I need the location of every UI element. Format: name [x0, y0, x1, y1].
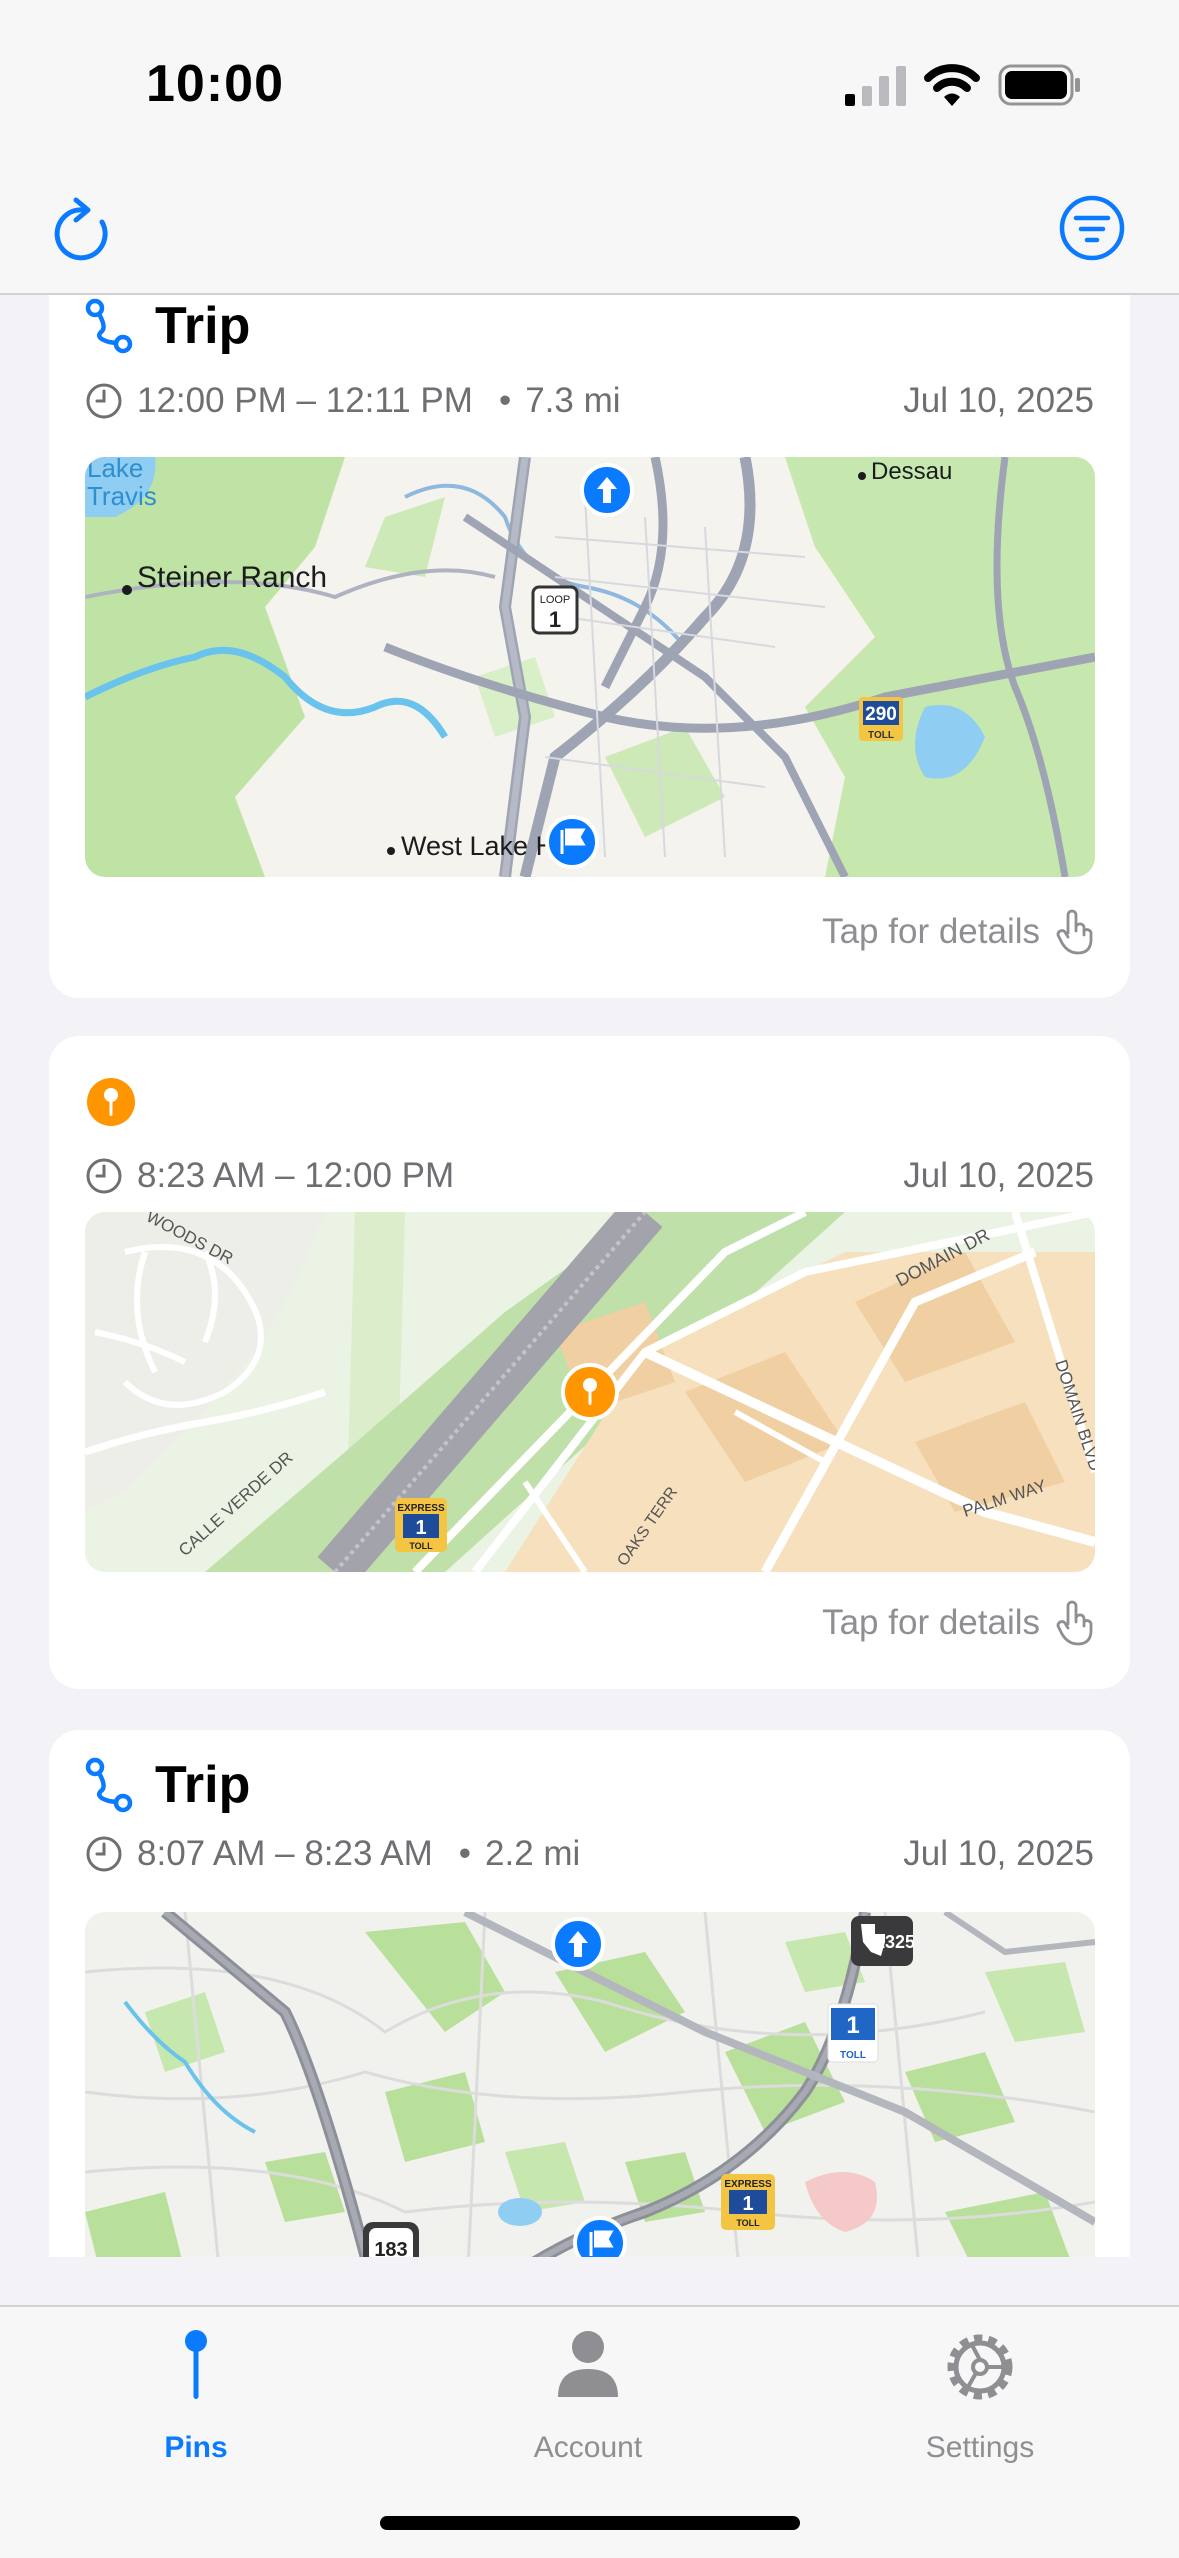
time-range: 8:07 AM – 8:23 AM [137, 1834, 433, 1873]
loop-shield-label: LOOP [540, 594, 571, 606]
tab-settings[interactable]: Settings [850, 2307, 1110, 2497]
trip-map[interactable]: Lake Travis Steiner Ranch West Lake Hill… [85, 457, 1095, 877]
person-icon [558, 2331, 618, 2397]
toll-label: TOLL [409, 1541, 433, 1551]
card-meta: 8:07 AM – 8:23 AM • 2.2 mi Jul 10, 2025 [85, 1828, 1094, 1880]
tap-for-details[interactable]: Tap for details [822, 907, 1094, 957]
home-indicator [380, 2516, 800, 2530]
trip-distance: 7.3 mi [525, 381, 621, 420]
pin-card[interactable]: 8:23 AM – 12:00 PM Jul 10, 2025 WOODS DR… [49, 1036, 1130, 1689]
tab-pins[interactable]: Pins [66, 2307, 326, 2497]
trip-start-marker[interactable] [551, 1917, 605, 1971]
trip-distance: 2.2 mi [485, 1834, 581, 1873]
battery-icon [998, 64, 1080, 106]
clock-icon [86, 1836, 122, 1872]
loop-shield-number: 1 [549, 607, 561, 632]
details-label: Tap for details [822, 912, 1040, 951]
tab-label: Pins [164, 2431, 228, 2464]
express-label: EXPRESS [397, 1503, 445, 1514]
time-range: 12:00 PM – 12:11 PM [137, 381, 473, 420]
status-time: 10:00 [146, 55, 284, 113]
pin-map[interactable]: WOODS DR CALLE VERDE DR DOMAIN DR DOMAIN… [85, 1212, 1095, 1572]
toll-label: TOLL [840, 2050, 866, 2061]
card-header: Trip [85, 295, 250, 361]
tab-label: Settings [925, 2431, 1035, 2464]
card-meta: 8:23 AM – 12:00 PM Jul 10, 2025 [85, 1150, 1094, 1202]
route-1325-shield: 1325 [851, 1916, 915, 1966]
map-label-steiner-ranch: Steiner Ranch [137, 561, 327, 594]
pin-icon [185, 2330, 207, 2399]
wifi-icon [924, 64, 980, 106]
hand-tap-icon [1056, 1600, 1093, 1646]
tab-account[interactable]: Account [458, 2307, 718, 2497]
card-title: Trip [155, 297, 251, 355]
details-label: Tap for details [822, 1603, 1040, 1642]
toll-label: TOLL [868, 730, 894, 741]
status-bar: 10:00 [0, 0, 1179, 180]
clock-icon [86, 1158, 122, 1194]
gear-icon [947, 2334, 1013, 2400]
map-label-dessau: Dessau [871, 458, 952, 485]
card-date: Jul 10, 2025 [903, 1834, 1094, 1873]
route-icon [85, 298, 133, 354]
cellular-signal-icon [845, 66, 906, 106]
pins-feed[interactable]: Trip 12:00 PM – 12:11 PM • 7.3 mi Jul 10… [0, 295, 1179, 2257]
pin-icon [87, 1078, 135, 1126]
separator-dot: • [458, 1834, 472, 1873]
navigation-bar [0, 180, 1179, 295]
trip-end-marker[interactable] [573, 2216, 627, 2257]
card-meta: 12:00 PM – 12:11 PM • 7.3 mi Jul 10, 202… [85, 375, 1094, 427]
route-290-shield: 290 [865, 704, 897, 725]
route-icon [85, 1757, 133, 1813]
route-1-shield: 1 [415, 1517, 426, 1539]
trip-map[interactable]: 1325 1 TOLL EXPRESS 1 TOLL 183 [85, 1912, 1095, 2257]
express-label: EXPRESS [724, 2179, 772, 2190]
time-range: 8:23 AM – 12:00 PM [137, 1156, 455, 1195]
trip-card[interactable]: Trip 8:07 AM – 8:23 AM • 2.2 mi Jul 10, … [49, 1730, 1130, 2257]
route-183-shield: 183 [374, 2239, 407, 2257]
trip-card[interactable]: Trip 12:00 PM – 12:11 PM • 7.3 mi Jul 10… [49, 295, 1130, 998]
route-1325-label: 1325 [875, 1932, 915, 1952]
route-1-shield: 1 [846, 2012, 859, 2039]
hand-tap-icon [1056, 909, 1093, 955]
card-header: Trip [85, 1750, 250, 1820]
map-label-lake: Lake [87, 457, 143, 483]
refresh-icon[interactable] [48, 196, 120, 268]
filter-icon[interactable] [1056, 192, 1128, 264]
route-1-express-shield: 1 [742, 2193, 753, 2215]
tap-for-details[interactable]: Tap for details [822, 1598, 1094, 1648]
trip-start-marker[interactable] [580, 463, 634, 517]
separator-dot: • [498, 381, 512, 420]
pin-location-marker[interactable] [561, 1363, 619, 1421]
card-date: Jul 10, 2025 [903, 381, 1094, 420]
map-label-lake-2: Travis [87, 481, 157, 511]
clock-icon [86, 383, 122, 419]
toll-label-2: TOLL [736, 2218, 760, 2228]
trip-end-marker[interactable] [545, 815, 599, 869]
tab-label: Account [533, 2431, 643, 2464]
card-date: Jul 10, 2025 [903, 1156, 1094, 1195]
card-title: Trip [155, 1756, 251, 1814]
